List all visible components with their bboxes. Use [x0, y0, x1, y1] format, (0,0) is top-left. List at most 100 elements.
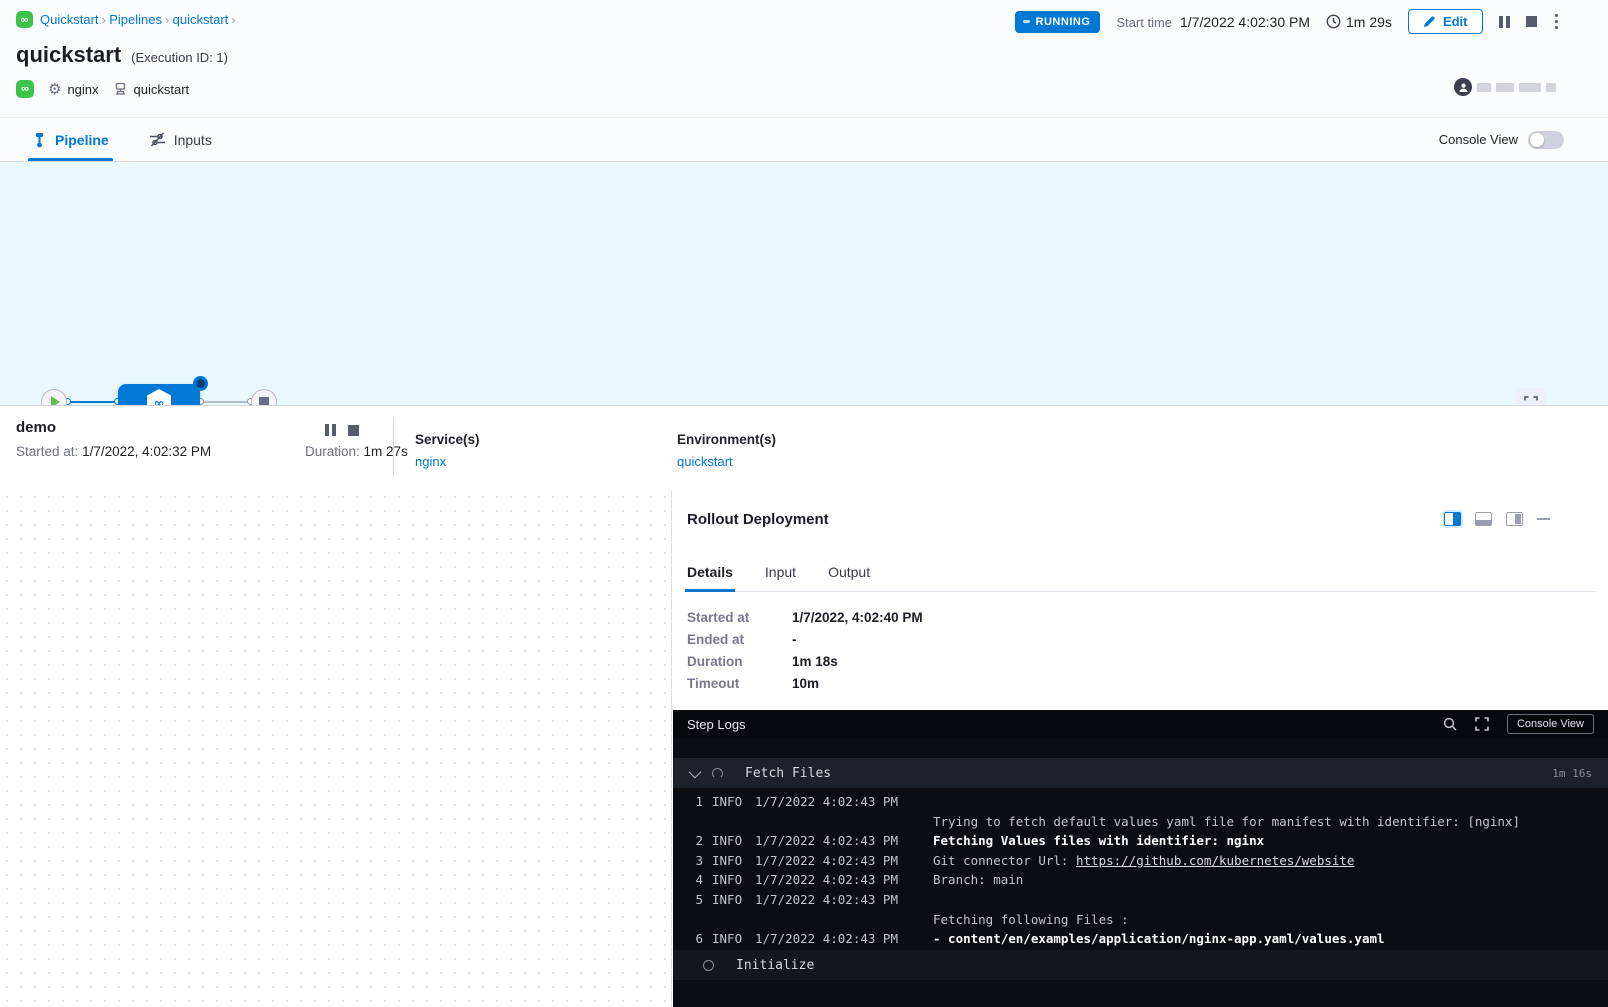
- app-header: ∞ Quickstart › Pipelines › quickstart › …: [0, 0, 1608, 117]
- step-detail-tabs: Details Input Output: [685, 552, 1596, 592]
- tab-pipeline[interactable]: Pipeline: [28, 118, 113, 161]
- executed-by: [1454, 78, 1556, 96]
- log-text: Fetching Values files with identifier: n…: [933, 833, 1264, 848]
- redacted-text: [1496, 83, 1514, 92]
- step-tab-details[interactable]: Details: [685, 552, 735, 591]
- detail-value: -: [792, 632, 923, 647]
- step-tab-input[interactable]: Input: [763, 552, 798, 591]
- status-badge: RUNNING: [1015, 11, 1101, 33]
- layout-split-right-button[interactable]: [1444, 512, 1461, 526]
- stop-execution-button[interactable]: [1526, 16, 1537, 27]
- environment-icon: [113, 82, 128, 96]
- log-section-duration: 1m 16s: [1552, 767, 1592, 780]
- redacted-text: [1477, 83, 1491, 92]
- redacted-text: [1546, 83, 1556, 92]
- layout-bottom-button[interactable]: [1475, 512, 1492, 526]
- execution-graph-canvas[interactable]: ⚙ ✓ ✓ e Service Infrastructure Resource …: [0, 490, 672, 1007]
- started-at-label: Started at:: [16, 444, 78, 459]
- step-logs-panel: Step Logs Console View Fetch Files 1m 16…: [673, 710, 1608, 1007]
- service-tag[interactable]: ⚙ nginx: [48, 82, 99, 97]
- stage-graph-canvas[interactable]: ∞ demo + −: [0, 161, 1608, 405]
- console-view-toggle[interactable]: [1528, 131, 1564, 149]
- user-avatar: [1454, 78, 1472, 96]
- detail-value: 1m 18s: [792, 654, 923, 669]
- step-panel-title: Rollout Deployment: [687, 511, 829, 528]
- detail-value: 10m: [792, 676, 923, 691]
- running-spinner-icon: [712, 768, 723, 779]
- harness-logo-icon: ∞: [16, 11, 33, 28]
- breadcrumb: ∞ Quickstart › Pipelines › quickstart ›: [16, 11, 236, 28]
- minimize-panel-button[interactable]: [1537, 518, 1550, 521]
- edge-demo-end: [200, 401, 251, 403]
- log-section-fetch-files[interactable]: Fetch Files 1m 16s: [673, 758, 1608, 788]
- step-detail-rows: Started at1/7/2022, 4:02:40 PMEnded at-D…: [687, 610, 923, 691]
- divider: [393, 418, 394, 476]
- log-line: 4INFO1/7/2022 4:02:43 PMBranch: main: [689, 870, 1598, 890]
- pause-execution-button[interactable]: [1499, 16, 1510, 28]
- stage-name: demo: [16, 419, 56, 436]
- more-options-button[interactable]: [1553, 12, 1561, 32]
- log-text: Fetching following Files :: [933, 912, 1129, 927]
- breadcrumb-link[interactable]: quickstart: [173, 12, 229, 27]
- log-link[interactable]: https://github.com/kubernetes/website: [1076, 853, 1354, 868]
- logs-console-view-button[interactable]: Console View: [1507, 714, 1594, 734]
- log-line: 3INFO1/7/2022 4:02:43 PMGit connector Ur…: [689, 851, 1598, 871]
- duration-label: Duration:: [305, 444, 360, 459]
- log-text: Branch: main: [933, 872, 1023, 887]
- step-logs-title: Step Logs: [687, 717, 746, 732]
- breadcrumb-link[interactable]: Quickstart: [40, 12, 99, 27]
- cd-module-icon: ∞: [16, 80, 34, 98]
- log-text: - content/en/examples/application/nginx-…: [933, 931, 1385, 946]
- duration-value: 1m 27s: [364, 444, 408, 459]
- log-section-name: Initialize: [736, 958, 814, 973]
- view-tabbar: Pipeline Inputs Console View: [0, 117, 1608, 161]
- environment-tag[interactable]: quickstart: [113, 82, 190, 97]
- detail-label: Started at: [687, 610, 792, 625]
- gear-icon: ⚙: [48, 82, 61, 97]
- console-view-label: Console View: [1439, 132, 1518, 147]
- step-tab-output[interactable]: Output: [826, 552, 872, 591]
- stage-stop-button[interactable]: [348, 425, 359, 436]
- breadcrumb-separator: ›: [162, 13, 173, 27]
- log-line: Fetching following Files :: [689, 910, 1598, 930]
- execution-id: (Execution ID: 1): [131, 50, 228, 65]
- service-link[interactable]: nginx: [415, 454, 480, 469]
- inputs-icon: [149, 132, 166, 147]
- clock-icon: [1326, 14, 1341, 29]
- layout-right-button[interactable]: [1506, 512, 1523, 526]
- chevron-down-icon: [689, 765, 702, 778]
- step-logs-header: Step Logs Console View: [673, 710, 1608, 738]
- log-lines: 1INFO1/7/2022 4:02:43 PMTrying to fetch …: [689, 792, 1598, 949]
- pending-circle-icon: [703, 960, 714, 971]
- log-line: 1INFO1/7/2022 4:02:43 PM: [689, 792, 1598, 812]
- log-line: Trying to fetch default values yaml file…: [689, 812, 1598, 832]
- edit-button[interactable]: Edit: [1408, 9, 1483, 34]
- breadcrumb-separator: ›: [99, 13, 110, 27]
- log-text: Git connector Url:: [933, 853, 1076, 868]
- logs-fullscreen-icon[interactable]: [1475, 717, 1489, 731]
- detail-label: Ended at: [687, 632, 792, 647]
- detail-label: Duration: [687, 654, 792, 669]
- status-spinner-icon: [1023, 20, 1030, 23]
- pipeline-icon: [32, 132, 47, 148]
- stage-pause-button[interactable]: [325, 424, 336, 436]
- environment-link[interactable]: quickstart: [677, 454, 776, 469]
- person-icon: [1458, 82, 1469, 93]
- breadcrumb-separator: ›: [228, 13, 235, 27]
- start-time: Start time 1/7/2022 4:02:30 PM: [1116, 14, 1310, 30]
- breadcrumb-link[interactable]: Pipelines: [109, 12, 162, 27]
- step-details-panel: Rollout Deployment Details Input Output St…: [673, 490, 1608, 710]
- edge-start-demo: [67, 401, 118, 403]
- started-at-value: 1/7/2022, 4:02:32 PM: [82, 444, 211, 459]
- log-line: 5INFO1/7/2022 4:02:43 PM: [689, 890, 1598, 910]
- log-section-name: Fetch Files: [745, 766, 831, 781]
- detail-label: Timeout: [687, 676, 792, 691]
- services-label: Service(s): [415, 432, 480, 447]
- pencil-icon: [1423, 15, 1436, 28]
- tab-inputs[interactable]: Inputs: [145, 118, 216, 161]
- search-icon[interactable]: [1443, 717, 1457, 731]
- stage-running-spinner: [193, 376, 208, 391]
- log-section-initialize[interactable]: Initialize: [673, 950, 1608, 980]
- elapsed-time: 1m 29s: [1326, 14, 1392, 30]
- detail-value: 1/7/2022, 4:02:40 PM: [792, 610, 923, 625]
